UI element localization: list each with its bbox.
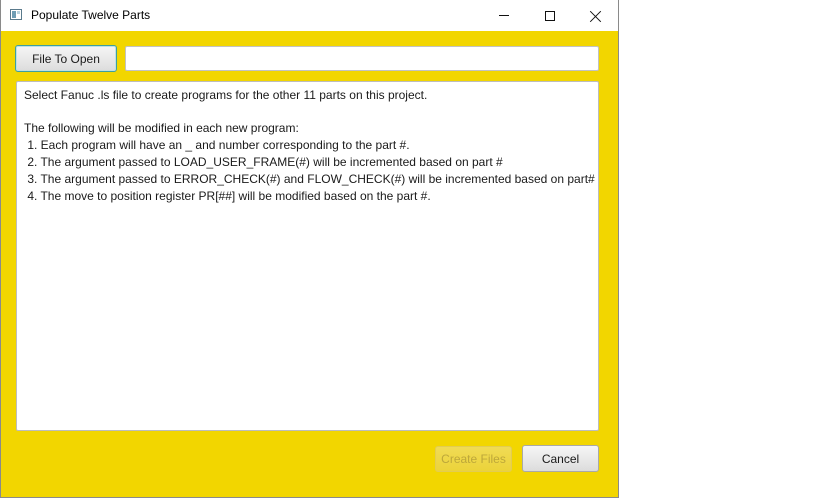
modifications-heading: The following will be modified in each n… xyxy=(24,121,299,135)
close-button[interactable] xyxy=(573,0,619,31)
cancel-button[interactable]: Cancel xyxy=(522,445,599,472)
minimize-icon xyxy=(499,15,509,16)
list-item: 2. The argument passed to LOAD_USER_FRAM… xyxy=(24,155,503,169)
app-window-icon xyxy=(10,9,22,20)
app-window: Populate Twelve Parts File To Open Selec… xyxy=(0,0,619,498)
list-item: 3. The argument passed to ERROR_CHECK(#)… xyxy=(24,172,595,186)
window-title: Populate Twelve Parts xyxy=(31,8,151,22)
close-icon xyxy=(590,10,602,22)
minimize-button[interactable] xyxy=(481,0,527,31)
title-bar[interactable]: Populate Twelve Parts xyxy=(1,0,618,31)
instructions-text-area[interactable]: Select Fanuc .ls file to create programs… xyxy=(16,81,599,431)
maximize-icon xyxy=(545,10,555,21)
list-item: 1. Each program will have an _ and numbe… xyxy=(24,138,410,152)
maximize-button[interactable] xyxy=(527,0,573,31)
file-to-open-button[interactable]: File To Open xyxy=(15,45,117,72)
file-path-field[interactable] xyxy=(125,46,599,71)
create-files-button[interactable]: Create Files xyxy=(435,446,512,472)
intro-line: Select Fanuc .ls file to create programs… xyxy=(24,88,428,102)
list-item: 4. The move to position register PR[##] … xyxy=(24,189,431,203)
